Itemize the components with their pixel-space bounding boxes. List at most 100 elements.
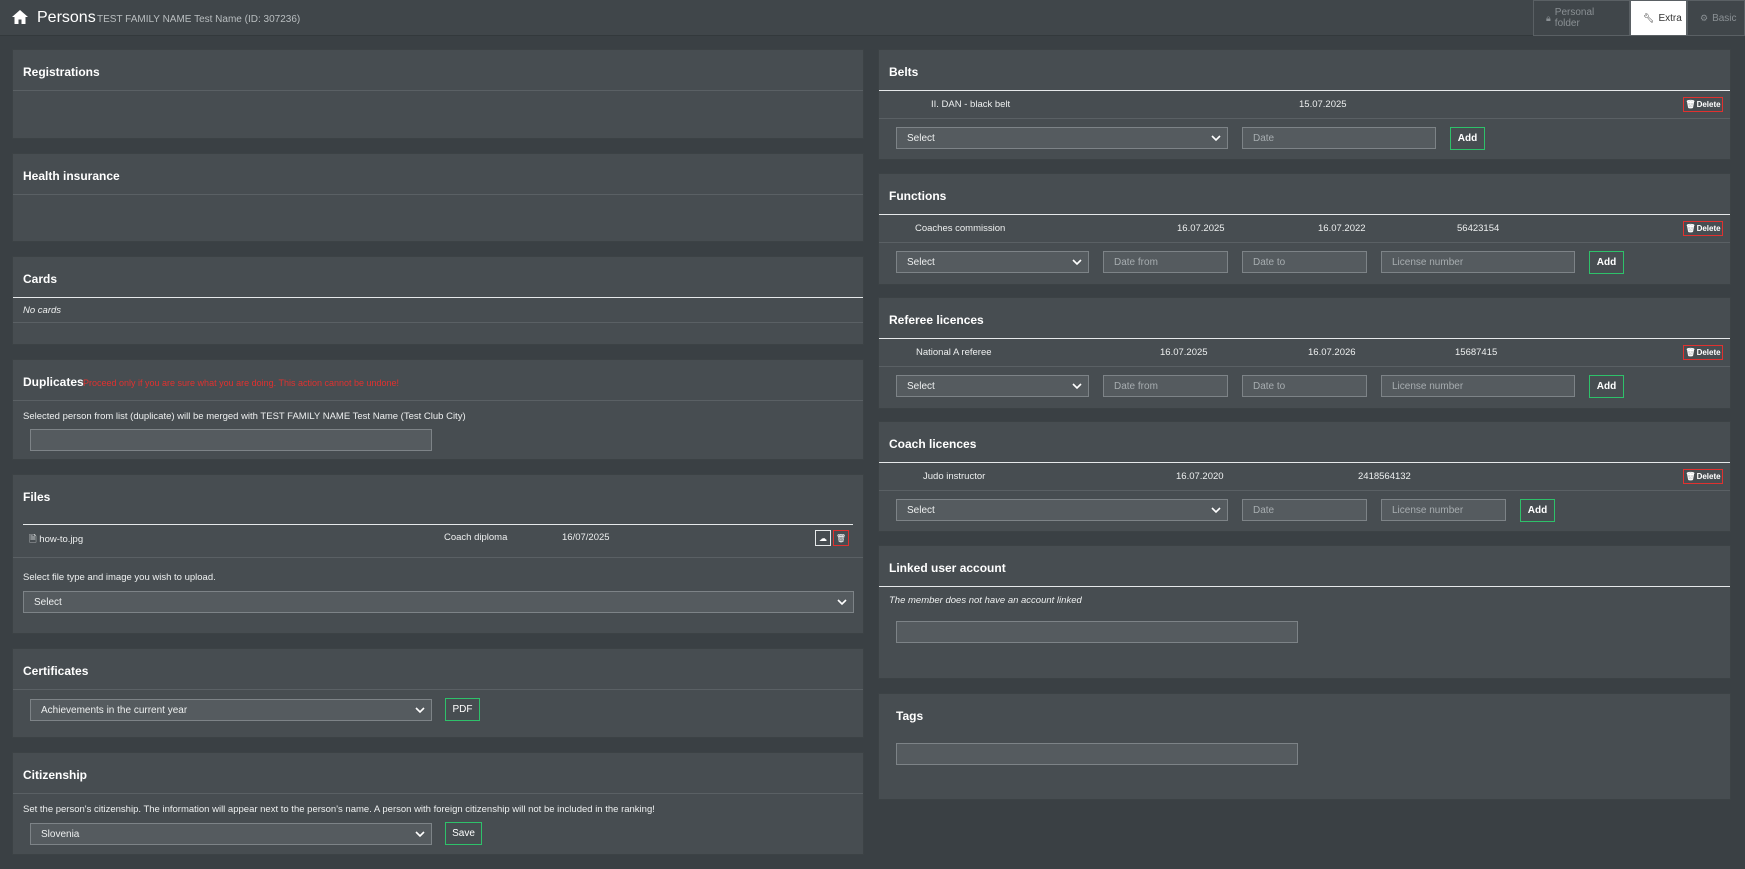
chevron-down-icon bbox=[415, 707, 425, 714]
add-coach-button[interactable]: Add bbox=[1520, 499, 1555, 522]
referee-name: National A referee bbox=[916, 347, 992, 358]
add-referee-button[interactable]: Add bbox=[1589, 375, 1624, 398]
divider bbox=[879, 490, 1730, 491]
function-from: 16.07.2025 bbox=[1177, 223, 1225, 234]
tab-personal-folder[interactable]: 🔒︎ Personal folder bbox=[1533, 0, 1630, 36]
chevron-down-icon bbox=[1072, 383, 1082, 390]
divider bbox=[879, 90, 1730, 91]
add-function-button[interactable]: Add bbox=[1589, 251, 1624, 274]
belt-date-input[interactable]: Date bbox=[1242, 127, 1436, 149]
chevron-down-icon bbox=[1211, 135, 1221, 142]
linked-account-panel: Linked user account The member does not … bbox=[878, 545, 1731, 679]
divider bbox=[13, 194, 863, 195]
citizenship-info: Set the person's citizenship. The inform… bbox=[23, 804, 655, 815]
delete-coach-button[interactable]: 🗑︎ Delete bbox=[1683, 469, 1723, 484]
coach-date-input[interactable]: Date bbox=[1242, 499, 1367, 521]
referee-license: 15687415 bbox=[1455, 347, 1498, 358]
trash-icon: 🗑︎ bbox=[1685, 348, 1696, 357]
home-icon[interactable] bbox=[12, 10, 28, 24]
function-select[interactable]: Select bbox=[896, 251, 1089, 273]
divider bbox=[879, 366, 1730, 367]
top-bar: Persons TEST FAMILY NAME Test Name (ID: … bbox=[0, 0, 1745, 36]
panel-title: Cards bbox=[23, 272, 58, 286]
divider bbox=[879, 118, 1730, 119]
health-insurance-panel: Health insurance bbox=[12, 153, 864, 242]
coach-date: 16.07.2020 bbox=[1176, 471, 1224, 482]
wrench-icon: 🔧︎ bbox=[1643, 12, 1655, 23]
duplicate-search-input[interactable] bbox=[30, 429, 432, 451]
trash-icon: 🗑︎ bbox=[1685, 472, 1696, 481]
trash-icon: 🗑︎ bbox=[1685, 100, 1696, 109]
certificates-panel: Certificates Achievements in the current… bbox=[12, 648, 864, 738]
download-button[interactable]: ☁ bbox=[815, 530, 831, 546]
file-icon: 🗎︎ bbox=[29, 534, 37, 545]
coach-select[interactable]: Select bbox=[896, 499, 1228, 521]
referee-license-input[interactable]: License number bbox=[1381, 375, 1575, 397]
file-date: 16/07/2025 bbox=[562, 532, 610, 543]
function-license-input[interactable]: License number bbox=[1381, 251, 1575, 273]
tab-basic[interactable]: ⚙ Basic bbox=[1687, 0, 1745, 36]
chevron-down-icon bbox=[1211, 507, 1221, 514]
divider bbox=[879, 242, 1730, 243]
belt-date: 15.07.2025 bbox=[1299, 99, 1347, 110]
functions-panel: Functions Coaches commission 16.07.2025 … bbox=[878, 173, 1731, 285]
tags-panel: Tags bbox=[878, 693, 1731, 800]
panel-title: Duplicates bbox=[23, 375, 84, 389]
delete-file-button[interactable]: 🗑︎ bbox=[833, 530, 849, 546]
citizenship-select[interactable]: Slovenia bbox=[30, 823, 432, 845]
function-date-from-input[interactable]: Date from bbox=[1103, 251, 1228, 273]
file-name[interactable]: how-to.jpg bbox=[39, 534, 83, 545]
panel-title: Referee licences bbox=[889, 313, 984, 327]
divider bbox=[879, 586, 1730, 587]
cloud-download-icon: ☁ bbox=[819, 533, 827, 543]
function-name: Coaches commission bbox=[915, 223, 1006, 234]
pdf-button[interactable]: PDF bbox=[445, 698, 480, 721]
file-type-select[interactable]: Select bbox=[23, 591, 854, 613]
delete-belt-button[interactable]: 🗑︎ Delete bbox=[1683, 97, 1723, 112]
referee-date-to-input[interactable]: Date to bbox=[1242, 375, 1367, 397]
chevron-down-icon bbox=[415, 831, 425, 838]
divider bbox=[13, 793, 863, 794]
divider bbox=[13, 557, 863, 558]
coach-license: 2418564132 bbox=[1358, 471, 1411, 482]
divider bbox=[13, 689, 863, 690]
divider bbox=[879, 338, 1730, 339]
belt-name: II. DAN - black belt bbox=[931, 99, 1011, 110]
divider bbox=[13, 322, 863, 323]
save-button[interactable]: Save bbox=[445, 822, 482, 845]
panel-title: Linked user account bbox=[889, 561, 1006, 575]
panel-title: Registrations bbox=[23, 65, 100, 79]
files-panel: Files 🗎︎ how-to.jpg Coach diploma 16/07/… bbox=[12, 474, 864, 634]
belt-select[interactable]: Select bbox=[896, 127, 1228, 149]
panel-title: Coach licences bbox=[889, 437, 977, 451]
panel-title: Files bbox=[23, 490, 51, 504]
delete-referee-button[interactable]: 🗑︎ Delete bbox=[1683, 345, 1723, 360]
referee-select[interactable]: Select bbox=[896, 375, 1089, 397]
referee-date-from-input[interactable]: Date from bbox=[1103, 375, 1228, 397]
delete-function-button[interactable]: 🗑︎ Delete bbox=[1683, 221, 1723, 236]
coach-licences-panel: Coach licences Judo instructor 16.07.202… bbox=[878, 421, 1731, 532]
divider bbox=[13, 90, 863, 91]
coach-license-input[interactable]: License number bbox=[1381, 499, 1506, 521]
function-date-to-input[interactable]: Date to bbox=[1242, 251, 1367, 273]
divider bbox=[13, 297, 863, 298]
divider bbox=[13, 400, 863, 401]
referee-from: 16.07.2025 bbox=[1160, 347, 1208, 358]
divider bbox=[879, 214, 1730, 215]
add-belt-button[interactable]: Add bbox=[1450, 127, 1485, 150]
trash-icon: 🗑︎ bbox=[1685, 224, 1696, 233]
duplicates-info: Selected person from list (duplicate) wi… bbox=[23, 411, 466, 422]
tags-input[interactable] bbox=[896, 743, 1298, 765]
panel-title: Citizenship bbox=[23, 768, 88, 782]
function-license: 56423154 bbox=[1457, 223, 1500, 234]
lock-icon: 🔒︎ bbox=[1546, 12, 1551, 23]
belts-panel: Belts II. DAN - black belt 15.07.2025 🗑︎… bbox=[878, 49, 1731, 160]
linked-account-input[interactable] bbox=[896, 621, 1298, 643]
cards-panel: Cards No cards bbox=[12, 256, 864, 345]
gear-icon: ⚙ bbox=[1700, 12, 1709, 23]
function-to: 16.07.2022 bbox=[1318, 223, 1366, 234]
certificate-select[interactable]: Achievements in the current year bbox=[30, 699, 432, 721]
panel-title: Functions bbox=[889, 189, 947, 203]
duplicates-panel: Duplicates Proceed only if you are sure … bbox=[12, 359, 864, 460]
tab-extra[interactable]: 🔧︎ Extra bbox=[1630, 0, 1687, 36]
